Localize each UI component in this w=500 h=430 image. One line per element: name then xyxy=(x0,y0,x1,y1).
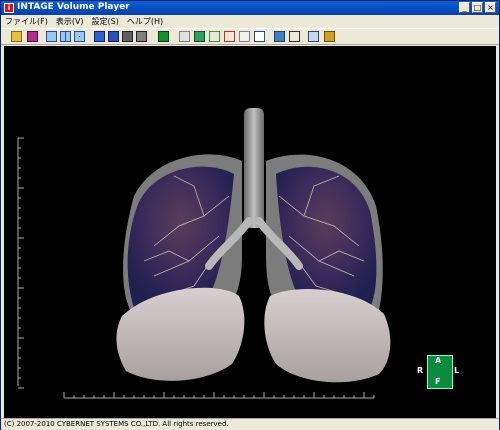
title-bar[interactable]: i INTAGE Volume Player _ □ × xyxy=(1,1,499,15)
toolbar xyxy=(1,28,499,45)
mip-icon[interactable] xyxy=(179,31,190,42)
status-bar: (C) 2007-2010 CYBERNET SYSTEMS CO.,LTD. … xyxy=(1,418,499,430)
slice-icon[interactable] xyxy=(308,31,319,42)
dual-view-icon[interactable] xyxy=(60,31,71,42)
single-view-icon[interactable] xyxy=(46,31,57,42)
orient-foot: F xyxy=(435,377,441,386)
label-icon[interactable] xyxy=(239,31,250,42)
green-square-icon[interactable] xyxy=(158,31,169,42)
copyright-text: (C) 2007-2010 CYBERNET SYSTEMS CO.,LTD. … xyxy=(4,420,229,428)
menu-bar: ファイル(F) 表示(V) 設定(S) ヘルプ(H) xyxy=(1,15,499,28)
cube-wire-icon[interactable] xyxy=(209,31,220,42)
menu-settings[interactable]: 設定(S) xyxy=(92,15,119,28)
grid-icon[interactable] xyxy=(324,31,335,42)
cube-blue2-icon[interactable] xyxy=(108,31,119,42)
ruler-left xyxy=(17,137,24,389)
blank-view-icon[interactable] xyxy=(254,31,265,42)
orientation-cube[interactable]: A F R L xyxy=(417,354,460,390)
lung-volume-render xyxy=(17,108,391,399)
quad-view-icon[interactable] xyxy=(74,31,85,42)
menu-view[interactable]: 表示(V) xyxy=(56,15,84,28)
menu-file[interactable]: ファイル(F) xyxy=(5,15,48,28)
trachea xyxy=(244,108,264,228)
person-icon[interactable] xyxy=(289,31,300,42)
cube-blue-icon[interactable] xyxy=(94,31,105,42)
window-title: INTAGE Volume Player xyxy=(17,2,130,12)
orient-anterior: A xyxy=(435,356,442,365)
window-controls: _ □ × xyxy=(459,2,496,13)
volume-render-viewport[interactable]: A F R L xyxy=(4,46,496,418)
maximize-button[interactable]: □ xyxy=(472,2,483,13)
orient-left: L xyxy=(454,366,460,375)
cube-gray2-icon[interactable] xyxy=(136,31,147,42)
menu-help[interactable]: ヘルプ(H) xyxy=(127,15,163,28)
ruler-bottom xyxy=(63,392,375,399)
close-button[interactable]: × xyxy=(485,2,496,13)
save-icon[interactable] xyxy=(27,31,38,42)
app-window: i INTAGE Volume Player _ □ × ファイル(F) 表示(… xyxy=(0,0,500,430)
minimize-button[interactable]: _ xyxy=(459,2,470,13)
cube-green-icon[interactable] xyxy=(194,31,205,42)
axes-icon[interactable] xyxy=(224,31,235,42)
app-icon: i xyxy=(4,3,14,13)
orient-right: R xyxy=(417,366,424,375)
cube-gray-icon[interactable] xyxy=(122,31,133,42)
cylinder-icon[interactable] xyxy=(274,31,285,42)
open-folder-icon[interactable] xyxy=(11,31,22,42)
